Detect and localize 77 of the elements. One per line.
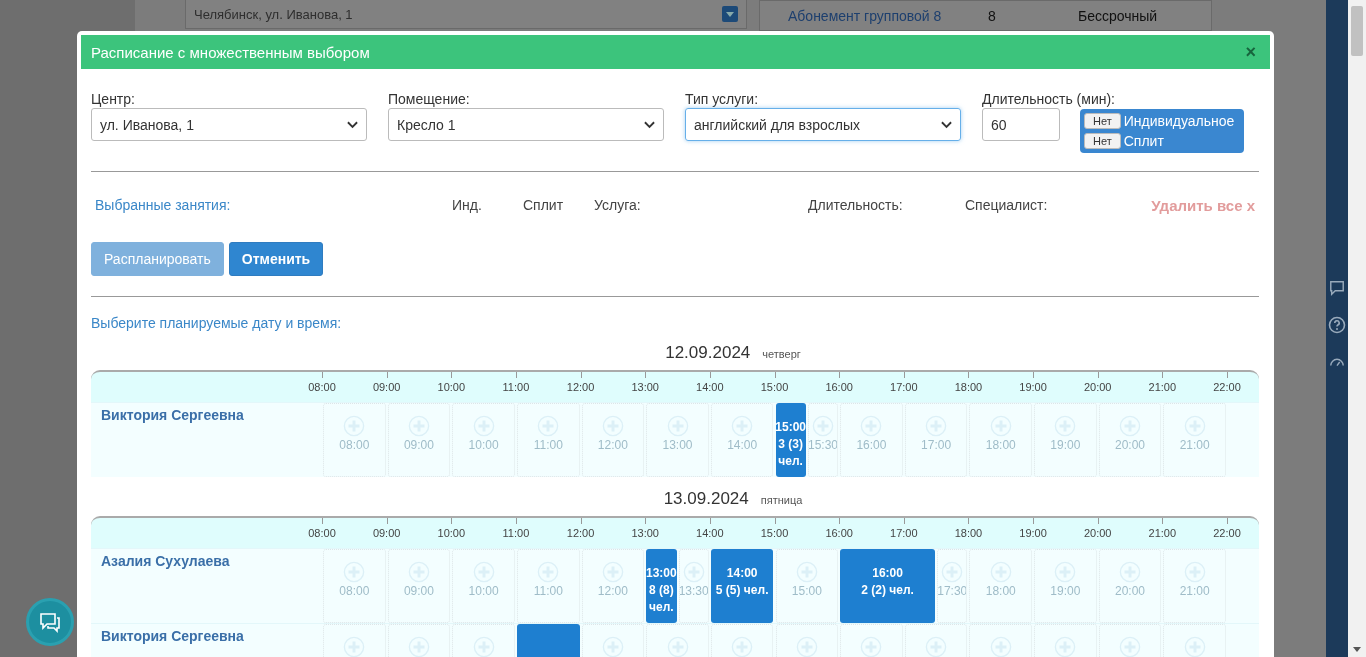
input-field[interactable]: 60: [982, 108, 1060, 141]
hour-label: 14:00: [696, 381, 724, 393]
help-icon[interactable]: [1328, 316, 1346, 334]
chevron-icon: [941, 120, 952, 129]
column-header: Услуга:: [594, 197, 642, 214]
dialog-title: Расписание с множественным выбором: [91, 43, 370, 61]
field-label: Помещение:: [388, 91, 470, 107]
hour-label: 19:00: [1019, 527, 1047, 539]
select-field[interactable]: английский для взрослых: [685, 108, 961, 141]
hour-label: 08:00: [308, 527, 336, 539]
hour-label: 16:00: [825, 527, 853, 539]
hour-label: 15:00: [760, 527, 789, 539]
column-header: Специалист:: [965, 197, 1049, 214]
specialist-name: Виктория Сергеевна: [100, 627, 244, 644]
section-title: Выберите планируемые дату и время:: [91, 314, 343, 331]
address-select[interactable]: Челябинск, ул. Иванова, 1: [185, 0, 747, 29]
booked-session[interactable]: 13:00 8 (8) чел.: [646, 549, 677, 623]
delete-all-link[interactable]: Удалить все x: [1151, 197, 1255, 214]
select-field[interactable]: ул. Иванова, 1: [91, 108, 367, 141]
field-label: Длительность (мин):: [982, 91, 1115, 107]
section-title: Выбранные занятия:: [95, 197, 232, 214]
column-header: Инд.: [452, 197, 483, 214]
day-date: 13.09.2024: [663, 489, 749, 509]
caret-icon: [722, 6, 738, 22]
hour-label: 16:00: [825, 381, 853, 393]
select-field[interactable]: Кресло 1: [388, 108, 664, 141]
hour-label: 08:00: [308, 381, 336, 393]
chevron-icon: [644, 120, 655, 129]
hour-label: 20:00: [1083, 381, 1112, 393]
action-button[interactable]: Отменить: [228, 242, 324, 276]
hour-label: 18:00: [954, 527, 983, 539]
hour-label: 17:00: [890, 527, 918, 539]
hour-label: 19:00: [1019, 381, 1047, 393]
hour-label: 22:00: [1213, 381, 1241, 393]
hour-label: 20:00: [1083, 527, 1112, 539]
hour-label: 13:00: [631, 527, 659, 539]
hour-label: 10:00: [437, 527, 466, 539]
specialist-name: Азалия Сухулаева: [100, 552, 230, 569]
toggle-button[interactable]: Нет: [1084, 133, 1121, 149]
subscription-count: 8: [988, 7, 997, 24]
hour-label: 21:00: [1148, 527, 1177, 539]
toggle-button[interactable]: Нет: [1084, 113, 1121, 129]
hour-label: 15:00: [760, 381, 789, 393]
hour-label: 12:00: [566, 381, 595, 393]
specialist-name: Виктория Сергеевна: [100, 406, 244, 423]
day-weekday: пятница: [760, 494, 803, 506]
hour-label: 11:00: [502, 381, 530, 393]
hour-label: 12:00: [566, 527, 595, 539]
hour-label: 09:00: [372, 527, 401, 539]
chat-button[interactable]: [26, 598, 74, 646]
day-date: 12.09.2024: [665, 343, 751, 363]
subscription-term: Бессрочный: [1078, 7, 1158, 24]
hour-label: 22:00: [1213, 527, 1241, 539]
subscription-link[interactable]: Абонемент групповой 8: [788, 7, 988, 24]
booked-session[interactable]: 14:00 5 (5) чел.: [710, 549, 774, 623]
chat-icon: [38, 610, 62, 634]
hour-label: 18:00: [954, 381, 983, 393]
hour-label: 11:00: [502, 527, 530, 539]
hour-label: 13:00: [631, 381, 659, 393]
field-label: Тип услуги:: [685, 91, 759, 107]
close-button[interactable]: ×: [1241, 43, 1260, 61]
column-header: Сплит: [523, 197, 565, 214]
hour-label: 10:00: [437, 381, 466, 393]
column-header: Длительность:: [808, 197, 904, 214]
hour-label: 09:00: [372, 381, 401, 393]
hour-label: 21:00: [1148, 381, 1177, 393]
field-label: Центр:: [91, 91, 135, 107]
hour-label: 14:00: [696, 527, 724, 539]
booked-session[interactable]: 15:00 3 (3) чел.: [775, 403, 806, 477]
hour-label: 17:00: [890, 381, 918, 393]
toggle-label: Сплит: [1123, 133, 1164, 149]
chat-icon[interactable]: [1329, 280, 1345, 296]
scrollbar[interactable]: [1348, 0, 1366, 657]
toggle-label: Индивидуальное: [1123, 113, 1235, 129]
chevron-icon: [347, 120, 358, 129]
day-weekday: четверг: [762, 348, 801, 360]
booked-session[interactable]: 16:00 2 (2) чел.: [840, 549, 936, 623]
